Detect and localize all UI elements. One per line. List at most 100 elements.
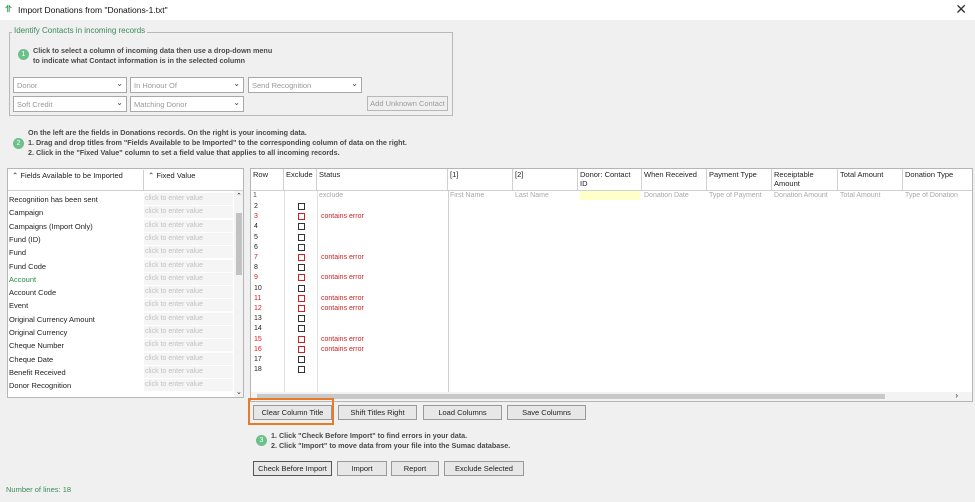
scroll-right-icon[interactable]: › xyxy=(955,391,958,400)
column-header[interactable]: Row xyxy=(251,169,284,191)
exclude-checkbox[interactable] xyxy=(298,315,305,323)
table-row[interactable]: 5 xyxy=(251,233,449,243)
fields-available-header[interactable]: ⌃ Fields Available to be Imported xyxy=(10,170,144,190)
field-row[interactable]: Recognition has been sent click to enter … xyxy=(8,193,233,206)
exclude-checkbox[interactable] xyxy=(298,264,305,272)
send-recognition-combo[interactable]: Send Recognition ⌄ xyxy=(248,77,362,93)
exclude-checkbox[interactable] xyxy=(298,223,305,231)
fixed-value-header[interactable]: ⌃ Fixed Value xyxy=(144,170,199,181)
add-unknown-contact-button[interactable]: Add Unknown Contact xyxy=(367,96,448,111)
fixed-value-cell[interactable]: click to enter value xyxy=(144,326,233,339)
column-header[interactable]: Payment Type xyxy=(707,169,772,191)
fixed-value-cell[interactable]: click to enter value xyxy=(144,246,233,260)
exclude-checkbox[interactable] xyxy=(298,254,305,261)
scrollbar-thumb[interactable] xyxy=(257,394,885,399)
field-name[interactable]: Donor Recognition xyxy=(9,381,142,390)
fixed-value-cell[interactable]: click to enter value xyxy=(144,365,233,379)
table-row[interactable]: 17 xyxy=(251,355,449,365)
exclude-checkbox[interactable] xyxy=(298,284,305,292)
table-row[interactable]: 9 contains error xyxy=(251,273,449,283)
first-row-cell[interactable]: Type of Payment xyxy=(709,192,770,199)
field-row[interactable]: Event click to enter value xyxy=(8,299,233,313)
exclude-checkbox[interactable] xyxy=(298,233,305,241)
field-row[interactable]: Account click to enter value xyxy=(8,272,233,286)
first-row-cell[interactable]: 1 xyxy=(253,192,282,199)
table-row[interactable]: 4 xyxy=(251,222,449,232)
grid-horizontal-scrollbar[interactable]: › xyxy=(251,391,972,401)
field-name[interactable]: Original Currency xyxy=(9,328,142,337)
field-name[interactable]: Account xyxy=(9,275,142,284)
fixed-value-cell[interactable]: click to enter value xyxy=(144,352,233,366)
table-row[interactable]: 2 xyxy=(251,202,449,212)
field-name[interactable]: Campaign xyxy=(9,208,142,217)
field-row[interactable]: Benefit Received click to enter value xyxy=(8,365,233,379)
field-row[interactable]: Cheque Number click to enter value xyxy=(8,339,233,353)
column-header[interactable]: Receiptable Amount xyxy=(772,169,838,191)
column-header[interactable]: [1] xyxy=(448,169,513,191)
scroll-down-icon[interactable]: ⌄ xyxy=(236,388,242,396)
table-row[interactable]: 14 xyxy=(251,324,449,334)
table-row[interactable]: 16 contains error xyxy=(251,345,449,355)
field-row[interactable]: Campaign click to enter value xyxy=(8,206,233,220)
table-row[interactable]: 8 xyxy=(251,263,449,273)
field-row[interactable]: Original Currency Amount click to enter v… xyxy=(8,312,233,326)
fixed-value-cell[interactable]: click to enter value xyxy=(144,339,233,353)
exclude-checkbox[interactable] xyxy=(298,345,305,353)
exclude-checkbox[interactable] xyxy=(298,213,305,221)
field-row[interactable]: Fund Code click to enter value xyxy=(8,259,233,273)
field-name[interactable]: Benefit Received xyxy=(9,368,142,377)
fields-vertical-scrollbar[interactable]: ⌃ ⌄ xyxy=(234,191,243,397)
report-button[interactable]: Report xyxy=(391,461,439,476)
first-row-cell[interactable]: Last Name xyxy=(515,192,576,199)
column-header[interactable]: Donor: Contact ID xyxy=(578,169,642,191)
field-name[interactable]: Fund xyxy=(9,248,142,257)
load-columns-button[interactable]: Load Columns xyxy=(423,405,502,420)
import-button[interactable]: Import xyxy=(337,461,387,476)
table-row[interactable]: 7 contains error xyxy=(251,253,449,263)
shift-titles-right-button[interactable]: Shift Titles Right xyxy=(338,405,417,420)
table-row[interactable]: 18 xyxy=(251,365,449,375)
close-icon[interactable]: ✕ xyxy=(955,1,967,18)
exclude-checkbox[interactable] xyxy=(298,335,305,343)
fixed-value-cell[interactable]: click to enter value xyxy=(144,379,233,393)
exclude-checkbox[interactable] xyxy=(298,305,305,312)
field-row[interactable]: Campaigns (Import Only) click to enter va… xyxy=(8,219,233,233)
check-before-import-button[interactable]: Check Before Import xyxy=(253,461,332,476)
field-row[interactable]: Fund click to enter value xyxy=(8,246,233,260)
column-header[interactable]: When Received xyxy=(642,169,707,191)
fixed-value-cell[interactable]: click to enter value xyxy=(144,272,233,286)
table-row[interactable]: 15 contains error xyxy=(251,335,449,345)
first-row-cell[interactable]: First Name xyxy=(450,192,511,199)
first-row-cell[interactable]: exclude xyxy=(319,192,446,199)
table-row[interactable]: 11 contains error xyxy=(251,294,449,304)
first-row-cell[interactable]: Donation Amount xyxy=(774,192,836,199)
exclude-checkbox[interactable] xyxy=(298,366,305,374)
column-header[interactable]: Donation Type xyxy=(903,169,972,191)
field-name[interactable]: Recognition has been sent xyxy=(9,195,142,204)
exclude-checkbox[interactable] xyxy=(298,203,305,210)
field-row[interactable]: Cheque Date click to enter value xyxy=(8,352,233,366)
exclude-checkbox[interactable] xyxy=(298,294,305,302)
fixed-value-cell[interactable]: click to enter value xyxy=(144,259,233,273)
fixed-value-cell[interactable]: click to enter value xyxy=(144,219,233,233)
soft-credit-combo[interactable]: Soft Credit ⌄ xyxy=(13,96,127,112)
field-name[interactable]: Account Code xyxy=(9,288,142,297)
in-honour-of-combo[interactable]: In Honour Of ⌄ xyxy=(130,77,244,93)
column-header[interactable]: Total Amount xyxy=(838,169,903,191)
matching-donor-combo[interactable]: Matching Donor ⌄ xyxy=(130,96,244,112)
field-name[interactable]: Campaigns (Import Only) xyxy=(9,222,142,231)
field-name[interactable]: Cheque Date xyxy=(9,355,142,364)
exclude-checkbox[interactable] xyxy=(298,274,305,282)
exclude-checkbox[interactable] xyxy=(298,325,305,333)
field-row[interactable]: Fund (ID) click to enter value xyxy=(8,232,233,246)
exclude-selected-button[interactable]: Exclude Selected xyxy=(444,461,524,476)
column-header[interactable]: Status xyxy=(317,169,448,191)
first-row-cell[interactable] xyxy=(580,191,640,200)
fixed-value-cell[interactable]: click to enter value xyxy=(144,206,233,220)
field-name[interactable]: Fund (ID) xyxy=(9,235,142,244)
field-row[interactable]: Donor Recognition click to enter value xyxy=(8,379,233,393)
column-header[interactable]: Exclude xyxy=(284,169,317,191)
table-row[interactable]: 12 contains error xyxy=(251,304,449,314)
table-row[interactable]: 13 xyxy=(251,314,449,324)
field-row[interactable]: Original Currency click to enter value xyxy=(8,326,233,339)
